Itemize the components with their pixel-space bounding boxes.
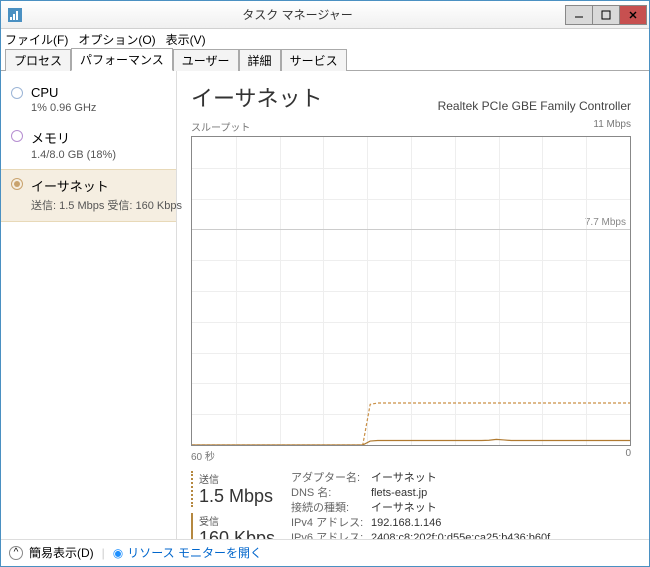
sidebar-item-ethernet[interactable]: イーサネット 送信: 1.5 Mbps 受信: 160 Kbps [1, 169, 176, 222]
info-ipv4-k: IPv4 アドレス: [291, 516, 371, 531]
stat-send-label: 送信 [199, 471, 291, 486]
stat-send-value: 1.5 Mbps [199, 486, 291, 507]
stat-recv: 受信 160 Kbps [191, 513, 291, 539]
app-icon [7, 7, 23, 23]
menu-options[interactable]: オプション(O) [78, 31, 155, 48]
throughput-chart: 7.7 Mbps [191, 136, 631, 446]
separator: | [102, 546, 105, 560]
menu-bar: ファイル(F) オプション(O) 表示(V) [1, 29, 649, 49]
tab-performance[interactable]: パフォーマンス [71, 48, 173, 71]
tab-details[interactable]: 詳細 [239, 49, 281, 71]
info-ipv6-k: IPv6 アドレス: [291, 531, 371, 539]
window-title: タスク マネージャー [29, 6, 566, 23]
sidebar-eth-title: イーサネット [31, 176, 182, 195]
page-title: イーサネット [191, 81, 323, 113]
tab-users[interactable]: ユーザー [173, 49, 239, 71]
tab-services[interactable]: サービス [281, 49, 347, 71]
minimize-button[interactable] [565, 5, 593, 25]
ymax-label: 11 Mbps [593, 119, 631, 134]
menu-file[interactable]: ファイル(F) [5, 31, 68, 48]
details-area: 送信 1.5 Mbps 受信 160 Kbps アダプター名:イーサネット DN… [191, 471, 631, 539]
info-ipv6-v: 2408:c8:202f:0:d55e:ca25:b436:b60f [371, 531, 550, 539]
xaxis-left: 60 秒 [191, 448, 215, 463]
info-conn-v: イーサネット [371, 501, 437, 516]
sidebar-mem-sub: 1.4/8.0 GB (18%) [31, 149, 116, 161]
stat-send: 送信 1.5 Mbps [191, 471, 291, 507]
stat-recv-value: 160 Kbps [199, 528, 291, 539]
info-ipv4-v: 192.168.1.146 [371, 516, 441, 531]
info-conn-k: 接続の種類: [291, 501, 371, 516]
chevron-up-icon[interactable]: ^ [9, 546, 23, 560]
throughput-label: スループット [191, 119, 250, 134]
sidebar-mem-title: メモリ [31, 128, 116, 147]
tab-processes[interactable]: プロセス [5, 49, 71, 71]
maximize-button[interactable] [592, 5, 620, 25]
sidebar-item-memory[interactable]: メモリ 1.4/8.0 GB (18%) [1, 122, 176, 169]
stat-recv-label: 受信 [199, 513, 291, 528]
info-table: アダプター名:イーサネット DNS 名:flets-east.jp 接続の種類:… [291, 471, 550, 539]
info-adapter-k: アダプター名: [291, 471, 371, 486]
footer: ^ 簡易表示(D) | ◉ リソース モニターを開く [1, 539, 649, 565]
main-pane: イーサネット Realtek PCIe GBE Family Controlle… [177, 71, 649, 539]
close-button[interactable] [619, 5, 647, 25]
tab-strip: プロセス パフォーマンス ユーザー 詳細 サービス [1, 49, 649, 71]
cpu-icon [11, 87, 23, 99]
xaxis-right: 0 [625, 448, 631, 463]
sidebar-item-cpu[interactable]: CPU 1% 0.96 GHz [1, 79, 176, 122]
title-bar: タスク マネージャー [1, 1, 649, 29]
info-dns-v: flets-east.jp [371, 486, 427, 501]
memory-icon [11, 130, 23, 142]
content-area: CPU 1% 0.96 GHz メモリ 1.4/8.0 GB (18%) イーサ… [1, 71, 649, 539]
sidebar-eth-sub: 送信: 1.5 Mbps 受信: 160 Kbps [31, 197, 182, 213]
ethernet-icon [11, 178, 23, 190]
info-adapter-v: イーサネット [371, 471, 437, 486]
resource-monitor-link[interactable]: リソース モニターを開く [127, 544, 262, 561]
adapter-name: Realtek PCIe GBE Family Controller [438, 99, 631, 113]
info-dns-k: DNS 名: [291, 486, 371, 501]
sidebar: CPU 1% 0.96 GHz メモリ 1.4/8.0 GB (18%) イーサ… [1, 71, 177, 539]
resmon-icon: ◉ [113, 546, 123, 560]
menu-view[interactable]: 表示(V) [166, 31, 206, 48]
sidebar-cpu-title: CPU [31, 85, 96, 100]
sidebar-cpu-sub: 1% 0.96 GHz [31, 102, 96, 114]
fewer-details-link[interactable]: 簡易表示(D) [29, 544, 94, 561]
